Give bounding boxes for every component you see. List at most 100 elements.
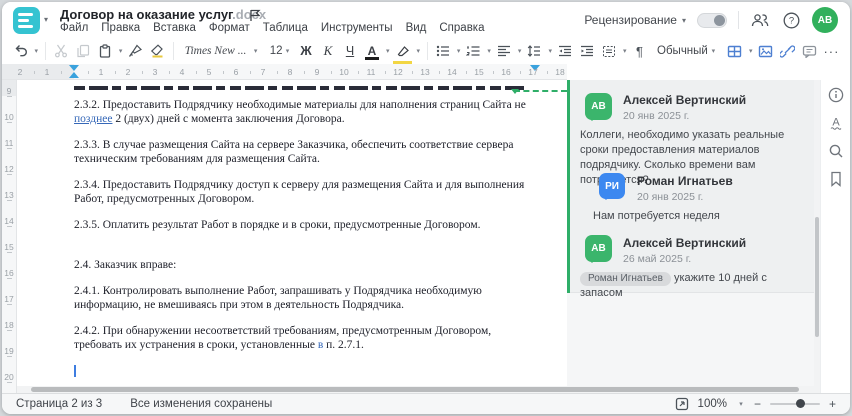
ruler-mark: 13 [420, 67, 430, 77]
horizontal-scrollbar-thumb[interactable] [31, 387, 799, 392]
decrease-indent-button[interactable] [554, 40, 575, 62]
right-sidebar-rail: А [820, 80, 850, 393]
title-bar: ▾ Договор на оказание услуг.docx Файл Пр… [2, 2, 850, 38]
underline-button[interactable]: Ч [339, 40, 360, 62]
help-icon[interactable]: ? [781, 10, 801, 30]
ruler-mark [546, 71, 548, 74]
ruler-mark: 14 [4, 216, 14, 226]
menu-tools[interactable]: Инструменты [321, 22, 393, 34]
copy-button[interactable] [72, 40, 93, 62]
menu-edit[interactable]: Правка [101, 22, 140, 34]
zoom-value[interactable]: 100% [698, 398, 727, 410]
insert-table-caret-icon[interactable]: ▾ [747, 47, 754, 55]
review-toggle[interactable] [697, 12, 727, 28]
format-painter-button[interactable] [125, 40, 146, 62]
document-title[interactable]: Договор на оказание услуг.docx [60, 7, 266, 22]
zoom-slider-knob[interactable] [795, 399, 805, 408]
zoom-in-button[interactable]: + [829, 397, 836, 411]
ruler-mark: 9 [314, 67, 320, 77]
review-mode-label[interactable]: Рецензирование [584, 13, 677, 27]
paste-caret-icon[interactable]: ▾ [117, 47, 124, 55]
highlight-color-button[interactable] [392, 40, 413, 64]
mention-chip[interactable]: Роман Игнатьев [580, 272, 671, 286]
user-avatar[interactable]: АВ [812, 7, 838, 33]
reply-text: Нам потребуется неделя [593, 210, 720, 222]
collaborators-icon[interactable] [750, 10, 770, 30]
menu-help[interactable]: Справка [439, 22, 484, 34]
bullet-list-caret-icon[interactable]: ▾ [455, 47, 462, 55]
paragraph-style-select[interactable]: Обычный ▾ [651, 45, 723, 57]
text-cursor [74, 365, 76, 377]
clear-style-eraser-button[interactable] [147, 40, 168, 62]
menu-format[interactable]: Формат [209, 22, 250, 34]
review-mode-caret-icon[interactable]: ▾ [682, 16, 686, 25]
pilcrow-label: ¶ [636, 43, 643, 59]
paragraph-style-caret-icon: ▾ [711, 48, 716, 55]
ruler-mark [195, 71, 197, 74]
ruler-mark [411, 71, 413, 74]
cut-button[interactable] [50, 40, 71, 62]
comment-author-avatar: АВ [585, 93, 612, 121]
ruler-mark [87, 71, 89, 74]
menu-table[interactable]: Таблица [263, 22, 308, 34]
ruler-mark [7, 382, 12, 383]
ruler-mark: 7 [260, 67, 266, 77]
spellcheck-icon[interactable]: А [827, 114, 845, 132]
bookmark-icon[interactable] [827, 170, 845, 188]
align-left-button[interactable] [493, 40, 514, 62]
font-family-select[interactable]: Times New ... ▾ [181, 41, 264, 61]
zoom-caret-icon[interactable]: ▾ [737, 400, 745, 408]
comment-thread[interactable]: АВ Алексей Вертинский 20 янв 2025 г. Кол… [567, 80, 814, 299]
menu-file[interactable]: Файл [60, 22, 88, 34]
toolbar-more-button[interactable]: ··· [821, 40, 842, 62]
ruler-mark [114, 71, 116, 74]
font-size-select[interactable]: 12 ▾ [267, 45, 295, 57]
paragraph-borders-caret-icon[interactable]: ▾ [621, 47, 628, 55]
app-menu-caret-icon[interactable]: ▾ [44, 15, 48, 24]
numbered-list-caret-icon[interactable]: ▾ [486, 47, 493, 55]
zoom-out-button[interactable]: − [754, 397, 761, 411]
horizontal-scrollbar[interactable] [17, 386, 814, 393]
insert-link-button[interactable] [777, 40, 798, 62]
ruler-mark [384, 71, 386, 74]
menu-insert[interactable]: Вставка [153, 22, 196, 34]
paragraph-borders-button[interactable] [598, 40, 619, 62]
align-caret-icon[interactable]: ▾ [516, 47, 523, 55]
ruler-mark [7, 304, 12, 305]
document-page[interactable]: 2.3.2. Предоставить Подрядчику необходим… [17, 80, 567, 393]
vertical-scrollbar-thumb[interactable] [815, 217, 819, 337]
undo-button[interactable] [10, 40, 31, 62]
bullet-list-button[interactable] [432, 40, 453, 62]
font-color-caret-icon[interactable]: ▾ [384, 47, 391, 55]
fit-width-icon[interactable] [675, 397, 689, 411]
increase-indent-button[interactable] [576, 40, 597, 62]
numbered-list-button[interactable] [463, 40, 484, 62]
search-icon[interactable] [827, 142, 845, 160]
page-indicator[interactable]: Страница 2 из 3 [16, 398, 102, 410]
hanging-indent-marker[interactable] [69, 72, 79, 78]
italic-button[interactable]: К [317, 40, 338, 62]
show-formatting-marks-button[interactable]: ¶ [629, 40, 650, 62]
insert-image-button[interactable] [755, 40, 776, 62]
line-spacing-caret-icon[interactable]: ▾ [547, 47, 554, 55]
font-family-value: Times New ... [184, 45, 247, 57]
ruler-mark [357, 71, 359, 74]
ruler-mark [7, 122, 12, 123]
document-title-text: Договор на оказание услуг [60, 7, 233, 22]
undo-caret-icon[interactable]: ▾ [33, 47, 40, 55]
zoom-slider[interactable] [769, 399, 820, 408]
highlight-caret-icon[interactable]: ▾ [415, 47, 422, 55]
ruler-mark [7, 226, 12, 227]
paste-button[interactable] [94, 40, 115, 62]
info-icon[interactable] [827, 86, 845, 104]
ruler-mark: 12 [393, 67, 403, 77]
app-logo-icon[interactable] [13, 7, 40, 34]
review-toggle-knob [714, 14, 725, 26]
insert-comment-button[interactable] [799, 40, 820, 62]
first-line-indent-marker[interactable] [69, 65, 79, 71]
line-spacing-button[interactable] [524, 40, 545, 62]
font-color-button[interactable]: А [361, 40, 382, 62]
insert-table-button[interactable] [724, 40, 745, 62]
menu-view[interactable]: Вид [406, 22, 427, 34]
bold-button[interactable]: Ж [295, 40, 316, 62]
